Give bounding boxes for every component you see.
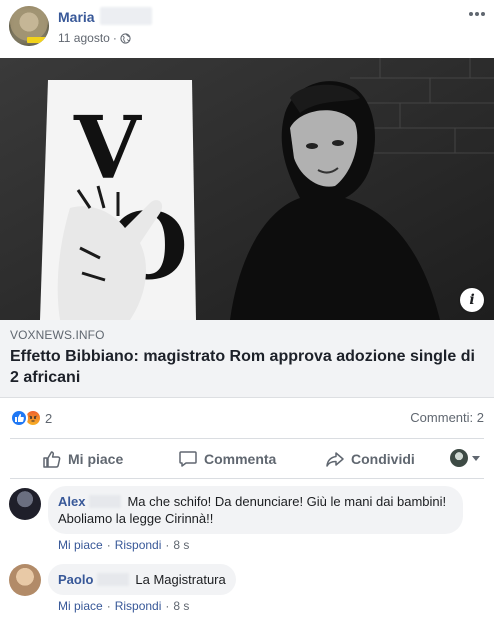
comment-like-link[interactable]: Mi piace — [58, 538, 103, 552]
reactions-summary[interactable]: 2 — [10, 409, 52, 427]
action-bar: Mi piace Commenta Condividi — [0, 440, 494, 478]
separator: · — [106, 599, 111, 613]
share-button[interactable]: Condividi — [325, 440, 415, 478]
share-icon — [326, 452, 344, 467]
divider — [10, 438, 484, 439]
comment-actions: Mi piace · Rispondi · 8 s — [58, 538, 189, 552]
comment-actions: Mi piace · Rispondi · 8 s — [58, 599, 189, 613]
link-domain: VOXNEWS.INFO — [10, 328, 105, 342]
globe-icon — [120, 32, 131, 44]
avatar — [450, 449, 468, 467]
link-image[interactable]: V O i — [0, 58, 494, 320]
chevron-down-icon — [472, 455, 480, 461]
post-date[interactable]: 11 agosto — [58, 31, 110, 45]
poster-letter-v: V — [73, 98, 142, 199]
comment-reply-link[interactable]: Rispondi — [115, 538, 162, 552]
author-avatar[interactable] — [9, 6, 49, 46]
meta-separator: · — [112, 31, 117, 45]
comment-time[interactable]: 8 s — [173, 538, 189, 552]
comment-author[interactable]: Paolo — [58, 572, 93, 587]
link-title[interactable]: Effetto Bibbiano: magistrato Rom approva… — [10, 346, 480, 388]
like-button[interactable]: Mi piace — [42, 440, 123, 478]
comment-text-line1: Ma che schifo! Da denunciare! Giù le man… — [127, 494, 447, 509]
separator: · — [165, 538, 170, 552]
separator: · — [165, 599, 170, 613]
reactions-row: 2 Commenti: 2 — [0, 400, 494, 436]
thumbs-up-icon — [43, 451, 61, 468]
like-label: Mi piace — [68, 451, 124, 467]
author-surname-redacted — [89, 495, 122, 508]
share-label: Condividi — [351, 451, 415, 467]
author-name[interactable]: Maria — [58, 9, 95, 25]
comment-label: Commenta — [204, 451, 277, 467]
avatar[interactable] — [9, 488, 41, 520]
comment-time[interactable]: 8 s — [173, 599, 189, 613]
comment-author[interactable]: Alex — [58, 494, 85, 509]
comments-count[interactable]: Commenti: 2 — [410, 410, 484, 425]
author-surname-redacted — [100, 7, 152, 25]
comment-icon — [179, 451, 197, 467]
post-meta: 11 agosto · — [58, 31, 131, 45]
separator: · — [106, 538, 111, 552]
post-header: Maria 11 agosto · — [0, 0, 494, 58]
like-icon — [10, 409, 28, 427]
author-surname-redacted — [97, 573, 130, 586]
comment-bubble: Alex Ma che schifo! Da denunciare! Giù le… — [48, 486, 463, 534]
info-icon[interactable]: i — [460, 288, 484, 312]
comment-text-line2: Aboliamo la legge Cirinnà!! — [58, 511, 214, 526]
audience-selector[interactable] — [450, 449, 480, 467]
reaction-count: 2 — [45, 410, 53, 426]
comment-bubble: Paolo La Magistratura — [48, 564, 236, 595]
comment-button[interactable]: Commenta — [178, 440, 276, 478]
divider — [10, 478, 484, 479]
comment-like-link[interactable]: Mi piace — [58, 599, 103, 613]
comment-reply-link[interactable]: Rispondi — [115, 599, 162, 613]
link-preview[interactable]: VOXNEWS.INFO Effetto Bibbiano: magistrat… — [0, 320, 494, 398]
more-options-icon[interactable] — [466, 6, 488, 22]
comment-text-line1: La Magistratura — [135, 572, 226, 587]
avatar[interactable] — [9, 564, 41, 596]
